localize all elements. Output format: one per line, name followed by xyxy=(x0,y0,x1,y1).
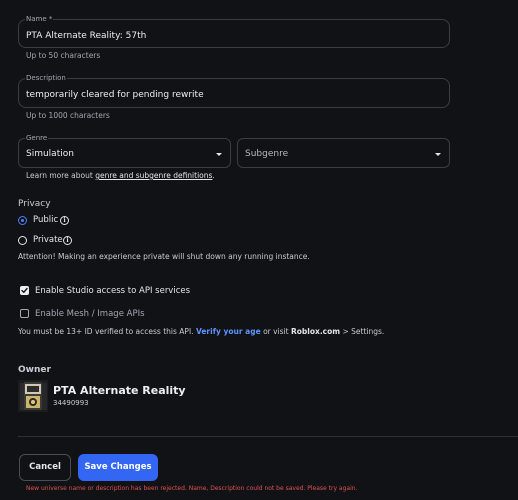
genre-learn-more-suffix: . xyxy=(212,171,215,180)
checkmark-icon xyxy=(21,287,28,293)
name-field-label: Name * xyxy=(25,15,54,23)
chevron-down-icon xyxy=(216,153,222,156)
genre-select-value: Simulation xyxy=(26,149,74,159)
genre-definitions-link[interactable]: genre and subgenre definitions xyxy=(95,171,212,180)
subgenre-select[interactable]: Subgenre xyxy=(237,138,450,168)
name-field-value[interactable]: PTA Alternate Reality: 57th xyxy=(26,31,146,41)
roblox-site-link[interactable]: Roblox.com xyxy=(291,327,340,336)
age-verification-note: You must be 13+ ID verified to access th… xyxy=(18,327,384,336)
owner-id: 34490993 xyxy=(53,399,89,407)
error-message: New universe name or description has bee… xyxy=(26,485,358,492)
chevron-down-icon xyxy=(435,153,441,156)
studio-access-label[interactable]: Enable Studio access to API services xyxy=(35,286,190,296)
genre-select[interactable]: Genre Simulation xyxy=(18,134,231,168)
owner-avatar xyxy=(18,380,48,412)
cancel-button-label: Cancel xyxy=(29,462,61,472)
save-changes-button[interactable]: Save Changes xyxy=(78,454,158,481)
genre-select-label: Genre xyxy=(25,134,49,142)
privacy-public-label[interactable]: Public xyxy=(33,215,58,225)
privacy-public-radio[interactable] xyxy=(18,216,27,225)
footer-divider xyxy=(18,436,518,437)
privacy-warning: Attention! Making an experience private … xyxy=(18,252,310,261)
owner-heading: Owner xyxy=(18,365,51,375)
genre-learn-more-prefix: Learn more about xyxy=(26,171,93,180)
group-emblem-icon xyxy=(18,380,48,412)
name-helper-text: Up to 50 characters xyxy=(26,51,101,60)
save-changes-label: Save Changes xyxy=(84,462,152,472)
owner-name: PTA Alternate Reality xyxy=(53,384,186,397)
studio-access-checkbox[interactable] xyxy=(20,286,29,295)
cancel-button[interactable]: Cancel xyxy=(19,454,71,481)
description-field[interactable]: Description temporarily cleared for pend… xyxy=(18,74,450,108)
age-note-suffix: > Settings. xyxy=(342,327,385,336)
mesh-apis-label[interactable]: Enable Mesh / Image APIs xyxy=(35,309,145,319)
name-field[interactable]: Name * PTA Alternate Reality: 57th xyxy=(18,15,450,48)
verify-age-link[interactable]: Verify your age xyxy=(196,327,261,336)
description-field-value[interactable]: temporarily cleared for pending rewrite xyxy=(26,90,204,100)
info-icon[interactable]: i xyxy=(63,236,72,245)
info-icon[interactable]: i xyxy=(60,216,69,225)
description-helper-text: Up to 1000 characters xyxy=(26,111,110,120)
subgenre-select-placeholder: Subgenre xyxy=(245,149,289,159)
privacy-private-radio[interactable] xyxy=(18,236,27,245)
description-field-label: Description xyxy=(25,74,67,82)
privacy-heading: Privacy xyxy=(18,199,51,209)
age-note-prefix: You must be 13+ ID verified to access th… xyxy=(18,327,194,336)
mesh-apis-checkbox[interactable] xyxy=(20,309,29,318)
genre-learn-more: Learn more about genre and subgenre defi… xyxy=(26,171,215,180)
age-note-mid: or visit xyxy=(263,327,289,336)
privacy-private-label[interactable]: Private xyxy=(33,235,63,245)
